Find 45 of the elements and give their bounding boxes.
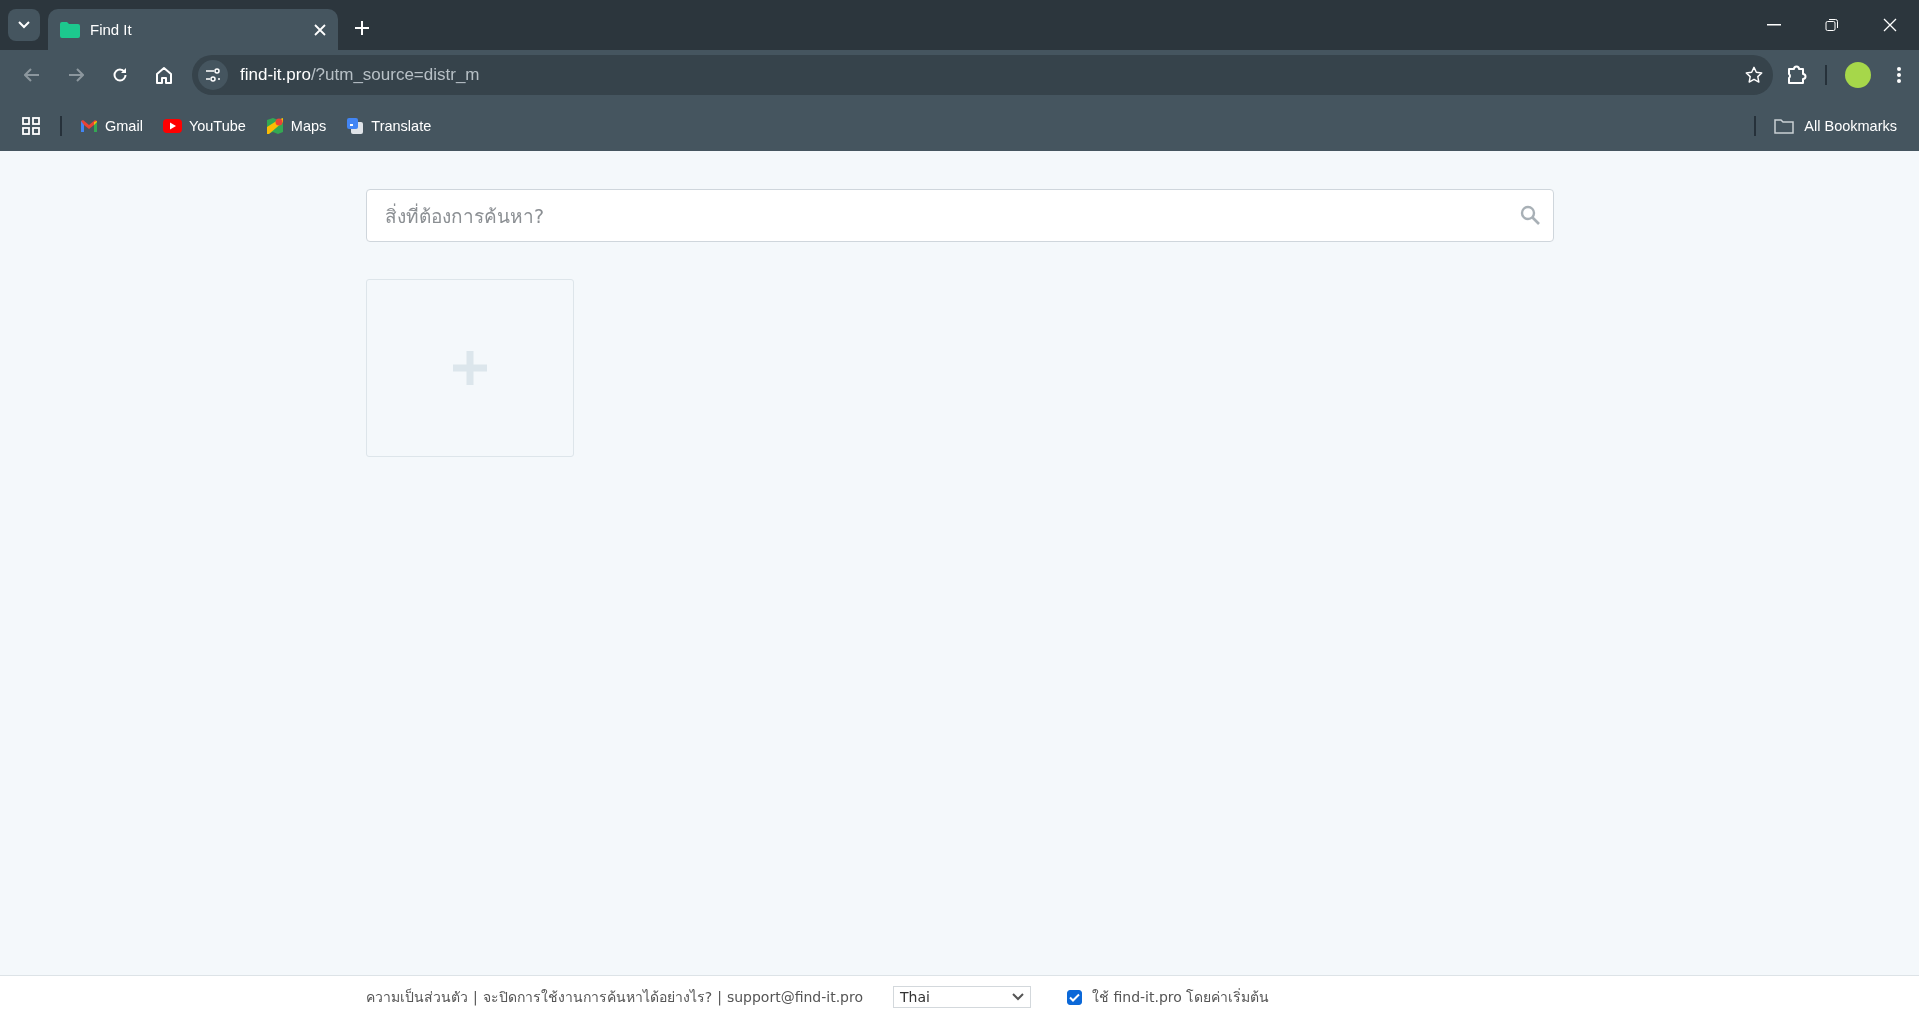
map-pin-icon bbox=[265, 116, 284, 135]
separator: | bbox=[717, 989, 722, 1005]
footer-link[interactable]: support@find-it.pro bbox=[726, 989, 863, 1005]
puzzle-piece-icon[interactable] bbox=[1787, 65, 1807, 85]
play-icon bbox=[162, 118, 182, 133]
site-settings-icon bbox=[205, 68, 221, 82]
close-icon[interactable] bbox=[314, 23, 326, 36]
back-arrow-icon[interactable] bbox=[24, 68, 40, 82]
separator: | bbox=[473, 989, 478, 1005]
avatar[interactable] bbox=[1845, 62, 1871, 88]
minimize-icon[interactable] bbox=[1767, 24, 1781, 26]
envelope-m-icon bbox=[80, 118, 98, 133]
menu-icon[interactable] bbox=[1897, 67, 1901, 83]
bookmark-link[interactable]: Maps bbox=[265, 116, 327, 135]
bookmark-link[interactable]: Translate bbox=[346, 116, 432, 135]
folder-icon bbox=[60, 21, 80, 38]
checkbox-label: ใช้ find-it.pro โดยค่าเริ่มต้น bbox=[1092, 987, 1270, 1007]
footer-link[interactable]: ความเป็นส่วนตัว bbox=[366, 986, 468, 1008]
browser-tab[interactable]: Find It bbox=[48, 9, 338, 50]
all-bookmarks-button[interactable]: All Bookmarks bbox=[1774, 117, 1897, 134]
home-icon[interactable] bbox=[155, 66, 173, 84]
tab-list-button[interactable] bbox=[8, 9, 40, 41]
bookmark-link[interactable]: YouTube bbox=[162, 117, 246, 134]
new-tab-icon[interactable] bbox=[354, 20, 370, 36]
apps-grid-icon[interactable] bbox=[22, 116, 40, 135]
language-select[interactable]: Thai bbox=[893, 986, 1031, 1008]
chevron-down-icon bbox=[1012, 993, 1024, 1001]
folder-icon bbox=[1774, 117, 1795, 134]
bookmark-link[interactable]: Gmail bbox=[80, 117, 143, 134]
plus-icon bbox=[453, 351, 487, 385]
footer-link[interactable]: จะปิดการใช้งานการค้นหาได้อย่างไร? bbox=[482, 986, 713, 1008]
url-path: /?utm_source=distr_m bbox=[310, 65, 480, 85]
tab-title: Find It bbox=[90, 21, 133, 38]
forward-arrow-icon[interactable] bbox=[68, 68, 84, 82]
chevron-down-icon bbox=[18, 21, 30, 29]
close-icon[interactable] bbox=[1883, 18, 1897, 32]
add-tile[interactable] bbox=[366, 279, 574, 457]
star-icon[interactable] bbox=[1745, 66, 1763, 84]
checkbox[interactable] bbox=[1067, 989, 1082, 1005]
reload-icon[interactable] bbox=[112, 67, 128, 83]
url-host: find-it.pro bbox=[240, 65, 311, 85]
restore-icon[interactable] bbox=[1825, 18, 1839, 32]
address-bar[interactable]: find-it.pro/?utm_source=distr_m bbox=[192, 55, 1773, 95]
search-field[interactable]: สิ่งที่ต้องการค้นหา? bbox=[366, 189, 1554, 242]
translate-icon bbox=[346, 116, 365, 135]
